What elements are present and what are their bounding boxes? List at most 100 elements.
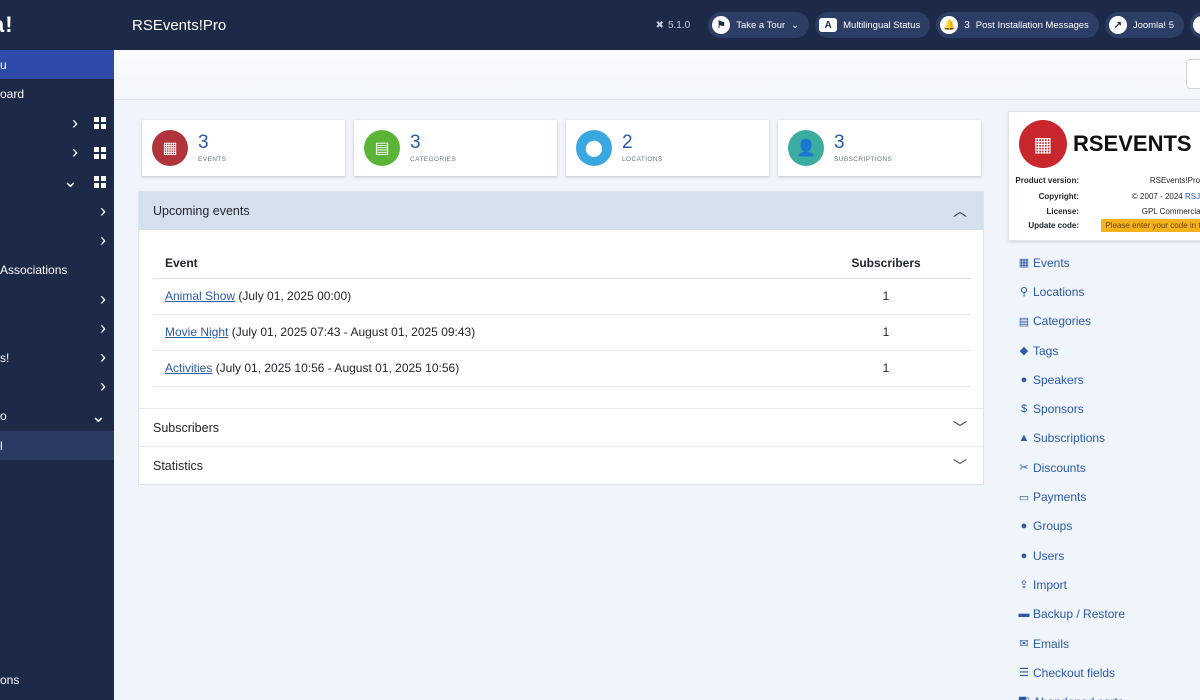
calendar-icon: ▦ — [1019, 120, 1067, 168]
menu-item-locations[interactable]: ⚲ Locations — [1018, 277, 1125, 306]
calendar-icon: ▦ — [1018, 257, 1030, 270]
cart-icon: ⛟ — [1018, 695, 1032, 700]
chevron-down-icon[interactable]: ⌄ — [63, 171, 78, 192]
sidebar-item[interactable]: ons — [0, 665, 114, 694]
upcoming-events-header[interactable]: Upcoming events ︿ — [139, 192, 983, 230]
user-menu-button[interactable]: ● — [1190, 12, 1200, 38]
menu-item-checkout-fields[interactable]: ☰ Checkout fields — [1018, 658, 1125, 687]
menu-item-label: Locations — [1033, 284, 1085, 299]
dashboard-grid-icon[interactable] — [94, 146, 106, 159]
event-link[interactable]: Movie Night — [165, 325, 228, 339]
sidebar-item[interactable] — [0, 489, 114, 518]
external-link-icon: ↗ — [1108, 16, 1127, 34]
stat-card-locations[interactable]: ⬤ 2 LOCATIONS — [566, 120, 769, 176]
stat-cards: ▦ 3 EVENTS ▤ 3 CATEGORIES ⬤ 2 LOCATIONS 👤 3 SUBSCRI… — [142, 120, 981, 176]
sidebar-item[interactable] — [0, 548, 114, 577]
menu-item-discounts[interactable]: ✂ Discounts — [1018, 453, 1125, 482]
chevron-right-icon[interactable]: › — [72, 142, 78, 163]
update-code-warning[interactable]: Please enter your code in th — [1101, 219, 1200, 232]
menu-item-abandoned-carts[interactable]: ⛟Abandoned carts — [1018, 687, 1125, 700]
joomla-logo[interactable]: a! — [0, 0, 114, 50]
sidebar-item[interactable] — [0, 519, 114, 548]
sidebar-item[interactable]: › — [0, 284, 114, 313]
sidebar-item[interactable]: › — [0, 314, 114, 343]
sidebar-item[interactable] — [0, 607, 114, 636]
sidebar-item[interactable] — [0, 577, 114, 606]
credit-card-icon: ▭ — [1018, 491, 1030, 504]
event-date: (July 01, 2025 10:56 - August 01, 2025 1… — [215, 361, 460, 375]
menu-item-tags[interactable]: ◆ Tags — [1018, 336, 1125, 365]
sidebar-item[interactable]: ⌄ — [0, 167, 114, 196]
upload-icon: ⇪ — [1019, 579, 1029, 592]
subscribers-header[interactable]: Subscribers ﹀ — [139, 408, 983, 446]
chevron-right-icon[interactable]: › — [100, 318, 106, 339]
joomla-site-link[interactable]: ↗ Joomla! 5 — [1104, 12, 1184, 38]
menu-item-import[interactable]: ⇪ Import — [1018, 570, 1125, 599]
menu-item-events[interactable]: ▦ Events — [1018, 248, 1125, 277]
sidebar-item[interactable] — [0, 460, 114, 489]
upcoming-events-table: Event Subscribers Animal Show (July 01, … — [153, 248, 971, 387]
event-date: (July 01, 2025 07:43 - August 01, 2025 0… — [231, 325, 476, 339]
chevron-right-icon[interactable]: › — [72, 113, 78, 134]
menu-item-categories[interactable]: ▤ Categories — [1018, 307, 1125, 336]
notification-count: 3 — [964, 19, 970, 31]
menu-item-label: Checkout fields — [1033, 665, 1116, 680]
rsevents-logo: ▦ RSEVENTS — [1019, 120, 1192, 168]
user-circle-icon: ● — [1020, 373, 1028, 386]
sidebar-item[interactable]: › — [0, 372, 114, 401]
sidebar-item-label: oard — [0, 86, 25, 101]
sidebar-item[interactable] — [0, 636, 114, 665]
stat-value: 3 — [834, 132, 845, 153]
stat-card-events[interactable]: ▦ 3 EVENTS — [142, 120, 345, 176]
menu-item-label: Abandoned carts — [1033, 695, 1124, 700]
toolbar-options-button[interactable] — [1186, 59, 1200, 89]
chevron-down-icon[interactable]: ⌄ — [91, 406, 106, 427]
subscribers-cell: 1 — [801, 278, 971, 315]
sidebar-item[interactable]: oard — [0, 79, 114, 108]
sidebar-item[interactable]: › — [0, 196, 114, 225]
list-icon: ☰ — [1019, 667, 1029, 680]
sidebar-item[interactable]: o ⌄ — [0, 402, 114, 431]
rsjoomla-link[interactable]: RSJoo — [1185, 192, 1200, 201]
menu-item-groups[interactable]: ● Groups — [1018, 512, 1125, 541]
sidebar-item[interactable]: › — [0, 226, 114, 255]
take-tour-button[interactable]: ⚑ Take a Tour ⌄ — [708, 12, 810, 38]
chevron-right-icon[interactable]: › — [100, 201, 106, 222]
menu-item-sponsors[interactable]: $ Sponsors — [1018, 394, 1125, 423]
menu-item-users[interactable]: ● Users — [1018, 541, 1125, 570]
menu-item-label: Subscriptions — [1033, 431, 1106, 446]
dashboard-grid-icon[interactable] — [94, 175, 106, 188]
sidebar-item[interactable]: Associations — [0, 255, 114, 284]
sidebar-item[interactable]: l — [0, 430, 114, 461]
sidebar-item[interactable]: u — [0, 50, 114, 80]
chevron-right-icon[interactable]: › — [100, 289, 106, 310]
chevron-right-icon[interactable]: › — [100, 347, 106, 368]
menu-item-speakers[interactable]: ● Speakers — [1018, 365, 1125, 394]
menu-item-subscriptions[interactable]: ▲ Subscriptions — [1018, 424, 1125, 453]
event-link[interactable]: Animal Show — [165, 289, 235, 303]
menu-item-backup-restore[interactable]: ▬ Backup / Restore — [1018, 600, 1126, 629]
menu-item-emails[interactable]: ✉ Emails — [1018, 629, 1125, 658]
header: RSEvents!Pro ✖ 5.1.0 ⚑ Take a Tour ⌄ A M… — [114, 0, 1200, 50]
sidebar-item[interactable]: › — [0, 138, 114, 167]
copyright-row: Copyright: © 2007 - 2024 RSJoo — [1009, 192, 1200, 201]
user-icon: 👤 — [788, 130, 824, 166]
statistics-header[interactable]: Statistics ﹀ — [139, 446, 983, 484]
menu-item-label: Emails — [1033, 636, 1070, 651]
column-subscribers: Subscribers — [801, 248, 971, 279]
post-installation-messages-button[interactable]: 🔔 3 Post Installation Messages — [936, 12, 1099, 38]
chevron-right-icon[interactable]: › — [100, 376, 106, 397]
multilingual-status-button[interactable]: A Multilingual Status — [815, 12, 931, 38]
sidebar-item[interactable]: › — [0, 109, 114, 138]
menu-item-payments[interactable]: ▭ Payments — [1018, 482, 1125, 511]
stat-label: EVENTS — [198, 156, 227, 163]
dollar-icon: $ — [1020, 403, 1028, 416]
stat-card-subscriptions[interactable]: 👤 3 SUBSCRIPTIONS — [778, 120, 981, 176]
stat-card-categories[interactable]: ▤ 3 CATEGORIES — [354, 120, 557, 176]
event-link[interactable]: Activities — [165, 361, 212, 375]
dashboard-grid-icon[interactable] — [94, 117, 106, 130]
chevron-right-icon[interactable]: › — [100, 230, 106, 251]
sidebar-item[interactable]: s! › — [0, 343, 114, 372]
page-title: RSEvents!Pro — [132, 16, 227, 34]
signpost-icon: ⚑ — [712, 16, 731, 34]
